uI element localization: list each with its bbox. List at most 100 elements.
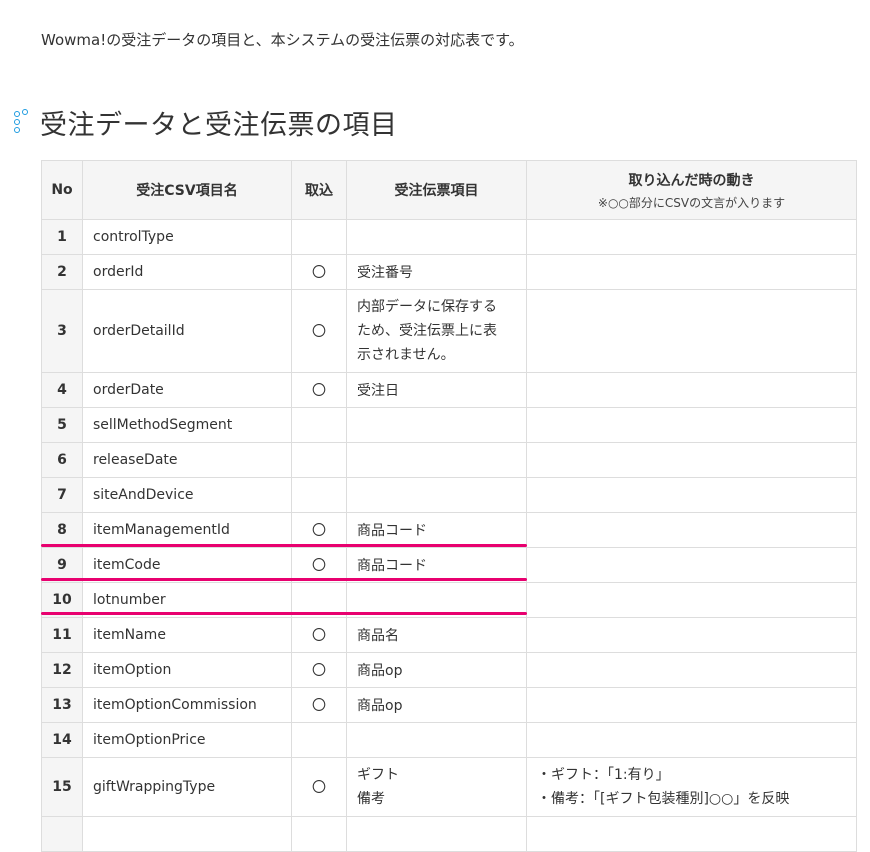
slip-item-line: 商品op [357,663,403,679]
highlight-underline [41,612,527,615]
import-flag: 〇 [291,289,347,373]
behavior-note [526,687,857,723]
slip-item-line: ため、受注伝票上に表 [357,323,497,339]
slip-item [346,407,527,443]
behavior-note [526,652,857,688]
table-header-row: No 受注CSV項目名 取込 受注伝票項目 取り込んだ時の動き ※○○部分にCS… [41,160,857,220]
slip-item [346,722,527,758]
row-number: 2 [41,254,83,290]
import-flag: 〇 [291,254,347,290]
behavior-note [526,547,857,583]
slip-item [346,816,527,852]
behavior-note [526,512,857,548]
import-flag: 〇 [291,512,347,548]
import-flag [291,442,347,478]
mapping-table: No 受注CSV項目名 取込 受注伝票項目 取り込んだ時の動き ※○○部分にCS… [41,160,857,852]
header-slip-item: 受注伝票項目 [346,160,527,220]
slip-item [346,477,527,513]
csv-item-name: sellMethodSegment [82,407,292,443]
table-row: 3 orderDetailId 〇内部データに保存する ため、受注伝票上に表 示されませ… [41,289,857,373]
csv-item-name: siteAndDevice [82,477,292,513]
table-row: 13 itemOptionCommission 〇商品op [41,687,857,723]
slip-item: 受注日 [346,372,527,408]
import-flag: 〇 [291,687,347,723]
slip-item: ギフト 備考 [346,757,527,817]
behavior-note [526,442,857,478]
table-row: 8 itemManagementId 〇商品コード [41,512,857,548]
slip-item: 商品op [346,687,527,723]
table-row: 12 itemOption 〇商品op [41,652,857,688]
highlight-underline [41,578,527,581]
slip-item-line: 商品op [357,698,403,714]
csv-item-name: giftWrappingType [82,757,292,817]
slip-item-line: 受注日 [357,383,399,399]
header-behavior-note: ※○○部分にCSVの文言が入ります [597,195,786,210]
row-number: 11 [41,617,83,653]
import-flag [291,722,347,758]
slip-item-line: 商品コード [357,558,427,574]
slip-item [346,442,527,478]
behavior-note [526,254,857,290]
csv-item-name: itemOptionPrice [82,722,292,758]
slip-item-line: ギフト [357,767,399,783]
row-number: 1 [41,219,83,255]
intro-text: Wowma!の受注データの項目と、本システムの受注伝票の対応表です。 [41,31,524,49]
row-number: 5 [41,407,83,443]
behavior-note [526,617,857,653]
row-number: 13 [41,687,83,723]
row-number: 4 [41,372,83,408]
slip-item-line: 受注番号 [357,265,413,281]
csv-item-name: orderDetailId [82,289,292,373]
behavior-note [526,477,857,513]
row-number: 7 [41,477,83,513]
behavior-note [526,722,857,758]
table-row: 11 itemName 〇商品名 [41,617,857,653]
section-heading: 受注データと受注伝票の項目 [14,104,398,141]
csv-item-name: controlType [82,219,292,255]
slip-item-line: 内部データに保存する [357,299,497,315]
csv-item-name [82,816,292,852]
csv-item-name: itemOptionCommission [82,687,292,723]
row-number: 3 [41,289,83,373]
highlight-underline [41,544,527,547]
behavior-note [526,219,857,255]
import-flag: 〇 [291,617,347,653]
table-row: 15 giftWrappingType 〇ギフト 備考 ・ギフト：「1:有り」 ・備考：「… [41,757,857,817]
header-behavior-label: 取り込んだ時の動き [628,172,755,189]
behavior-note [526,407,857,443]
header-behavior: 取り込んだ時の動き ※○○部分にCSVの文言が入ります [526,160,857,220]
import-flag [291,407,347,443]
table-row: 7 siteAndDevice [41,477,857,513]
table-row: 4 orderDate 〇受注日 [41,372,857,408]
slip-item: 商品コード [346,512,527,548]
row-number [41,816,83,852]
header-no: No [41,160,83,220]
import-flag [291,816,347,852]
slip-item: 内部データに保存する ため、受注伝票上に表 示されません。 [346,289,527,373]
table-row: 14 itemOptionPrice [41,722,857,758]
row-number: 15 [41,757,83,817]
behavior-note [526,582,857,618]
table-row: 2 orderId 〇受注番号 [41,254,857,290]
csv-item-name: orderId [82,254,292,290]
section-title: 受注データと受注伝票の項目 [40,109,398,141]
csv-item-name: orderDate [82,372,292,408]
csv-item-name: itemManagementId [82,512,292,548]
dotted-bullet-icon [14,109,30,135]
behavior-note-line: ・備考：「[ギフト包装種別]○○」を反映 [537,791,790,807]
row-number: 14 [41,722,83,758]
csv-item-name: itemOption [82,652,292,688]
table-row: 1 controlType [41,219,857,255]
slip-item: 受注番号 [346,254,527,290]
slip-item: 商品名 [346,617,527,653]
row-number: 12 [41,652,83,688]
behavior-note [526,289,857,373]
table-row [41,816,857,852]
import-flag: 〇 [291,652,347,688]
row-number: 6 [41,442,83,478]
behavior-note [526,816,857,852]
import-flag: 〇 [291,372,347,408]
behavior-note-line: ・ギフト：「1:有り」 [537,767,670,783]
import-flag [291,219,347,255]
header-import: 取込 [291,160,347,220]
